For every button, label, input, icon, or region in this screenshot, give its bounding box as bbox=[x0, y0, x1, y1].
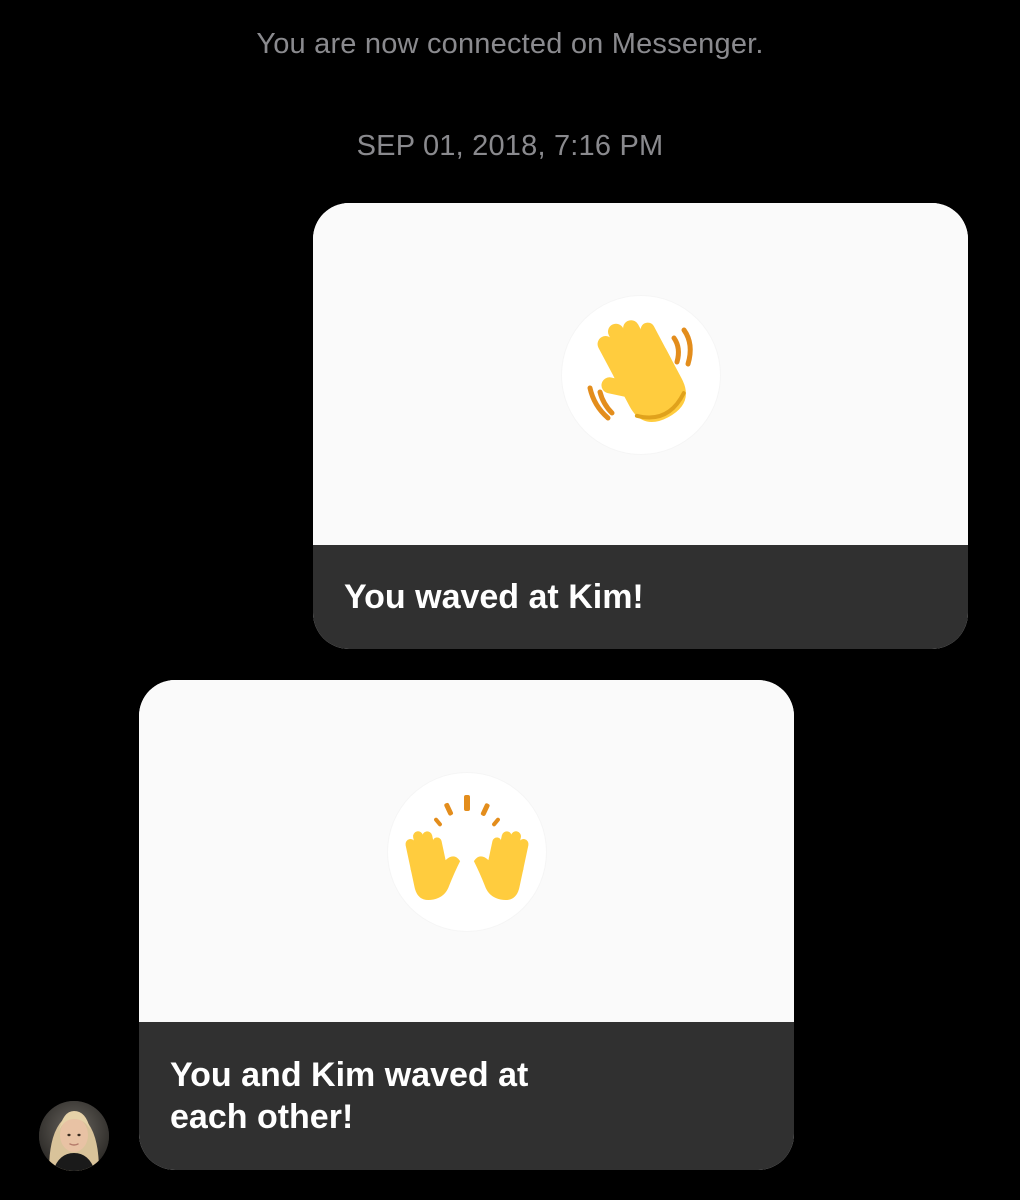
raising-hands-icon bbox=[404, 795, 529, 901]
sent-wave-caption-bar: You waved at Kim! bbox=[313, 545, 968, 649]
sent-wave-message[interactable]: You waved at Kim! bbox=[313, 203, 968, 649]
received-wave-message[interactable]: You and Kim waved at each other! bbox=[139, 680, 794, 1170]
waving-hand-icon bbox=[587, 320, 693, 423]
contact-avatar[interactable] bbox=[39, 1101, 109, 1171]
emoji-circle bbox=[387, 773, 546, 931]
connected-notice: You are now connected on Messenger. bbox=[256, 28, 764, 60]
emoji-circle bbox=[561, 296, 720, 454]
mutual-wave-media bbox=[139, 680, 794, 1022]
received-wave-caption-bar: You and Kim waved at each other! bbox=[139, 1022, 794, 1170]
sent-wave-caption: You waved at Kim! bbox=[344, 578, 644, 616]
avatar-photo bbox=[39, 1101, 109, 1171]
received-wave-caption: You and Kim waved at each other! bbox=[170, 1056, 529, 1136]
message-timestamp: SEP 01, 2018, 7:16 PM bbox=[356, 130, 664, 162]
wave-media bbox=[313, 203, 968, 545]
